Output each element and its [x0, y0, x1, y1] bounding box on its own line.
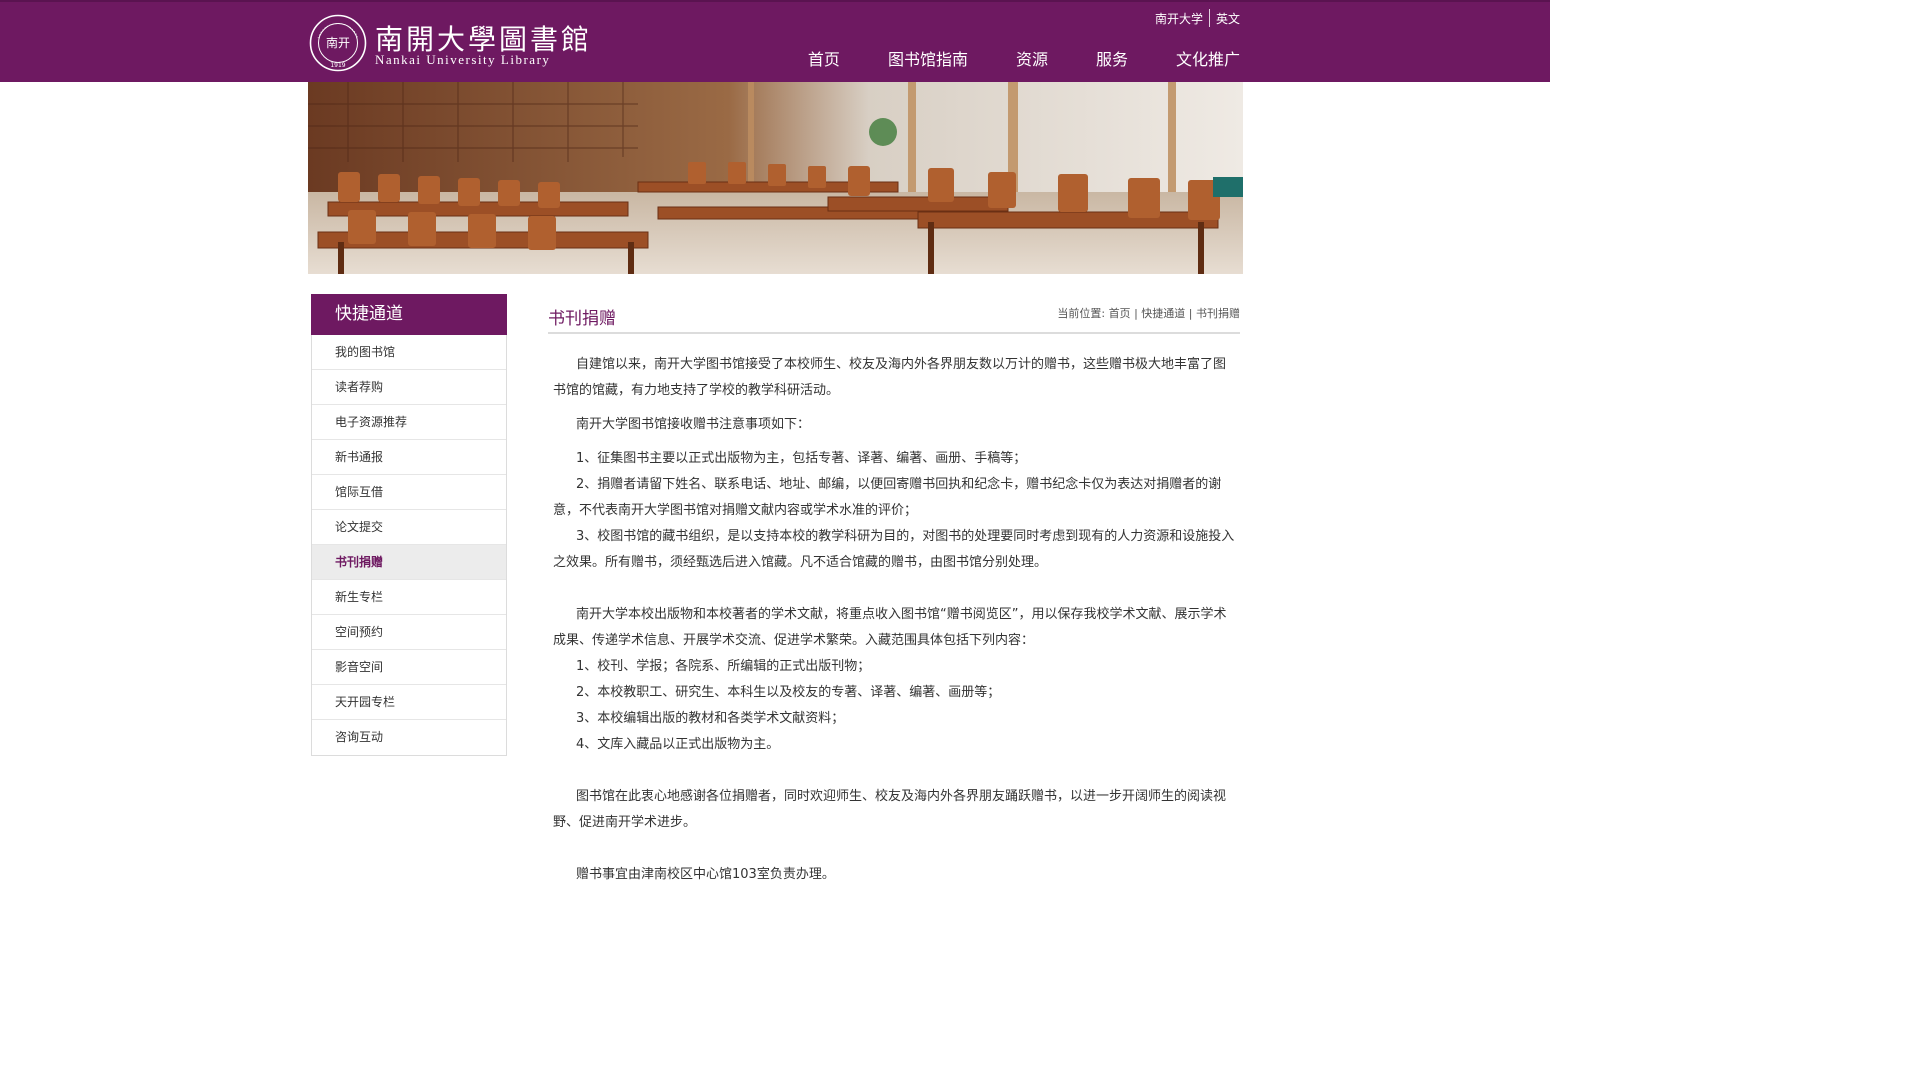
paragraph-notice-heading: 南开大学图书馆接收赠书注意事项如下：: [576, 417, 811, 432]
top-links: 南开大学 英文: [1149, 9, 1240, 27]
paragraph-notice-3: 3、校图书馆的藏书组织，是以支持本校的教学科研为目的，对图书的处理要同时考虑到现…: [553, 529, 1235, 570]
paragraph-thanks: 图书馆在此衷心地感谢各位捐赠者，同时欢迎师生、校友及海内外各界朋友踊跃赠书，以进…: [553, 789, 1227, 830]
svg-text:南开: 南开: [326, 35, 350, 50]
paragraph-scope-2: 2、本校教职工、研究生、本科生以及校友的专著、译著、编著、画册等；: [576, 685, 1001, 700]
nav-resources[interactable]: 资源: [1016, 46, 1048, 70]
nav-home[interactable]: 首页: [808, 46, 840, 70]
breadcrumb-label: 当前位置:: [1057, 307, 1106, 320]
sidebar-item-interlibrary-loan[interactable]: 馆际互借: [312, 475, 506, 510]
article-body: 自建馆以来，南开大学图书馆接受了本校师生、校友及海内外各界朋友数以万计的赠书，这…: [548, 352, 1240, 888]
nav-services[interactable]: 服务: [1096, 46, 1128, 70]
page-title: 书刊捐赠: [548, 309, 616, 329]
paragraph-intro: 自建馆以来，南开大学图书馆接受了本校师生、校友及海内外各界朋友数以万计的赠书，这…: [553, 357, 1227, 398]
sidebar-title: 快捷通道: [311, 294, 507, 335]
reading-room-banner: [308, 82, 1243, 274]
sidebar-item-new-books[interactable]: 新书通报: [312, 440, 506, 475]
site-header: 南开 1919 南開大學圖書館 Nankai University Librar…: [0, 0, 1550, 82]
paragraph-scope-4: 4、文库入藏品以正式出版物为主。: [576, 737, 780, 752]
breadcrumb-quick-links[interactable]: 快捷通道: [1141, 307, 1185, 320]
content-header: 书刊捐赠 当前位置: 首页 | 快捷通道 | 书刊捐赠: [548, 300, 1240, 334]
breadcrumb-current[interactable]: 书刊捐赠: [1196, 307, 1240, 320]
paragraph-notice-1: 1、征集图书主要以正式出版物为主，包括专著、译著、编著、画册、手稿等；: [576, 451, 1027, 466]
sidebar-item-reader-recommendation[interactable]: 读者荐购: [312, 370, 506, 405]
svg-text:1919: 1919: [330, 62, 345, 69]
sidebar-item-my-library[interactable]: 我的图书馆: [312, 335, 506, 370]
sidebar-item-thesis-submission[interactable]: 论文提交: [312, 510, 506, 545]
nav-culture-promotion[interactable]: 文化推广: [1176, 46, 1240, 70]
sidebar-item-e-resource-recommendation[interactable]: 电子资源推荐: [312, 405, 506, 440]
sidebar-item-consultation[interactable]: 咨询互动: [312, 720, 506, 755]
breadcrumb-separator: |: [1188, 307, 1193, 320]
logo-english-title: Nankai University Library: [375, 52, 551, 67]
quick-links-sidebar: 快捷通道 我的图书馆 读者荐购 电子资源推荐 新书通报 馆际互借 论文提交 书刊…: [311, 294, 507, 756]
divider: [1208, 9, 1210, 27]
sidebar-item-space-reservation[interactable]: 空间预约: [312, 615, 506, 650]
main-nav: 首页 图书馆指南 资源 服务 文化推广: [760, 46, 1240, 70]
paragraph-scope-1: 1、校刊、学报；各院系、所编辑的正式出版刊物；: [576, 659, 871, 674]
reading-room-illustration: [308, 82, 1243, 274]
nav-library-guide[interactable]: 图书馆指南: [888, 46, 968, 70]
library-logo[interactable]: 南开 1919 南開大學圖書館 Nankai University Librar…: [309, 14, 589, 74]
paragraph-notice-2: 2、捐赠者请留下姓名、联系电话、地址、邮编，以便回寄赠书回执和纪念卡，赠书纪念卡…: [553, 477, 1222, 518]
paragraph-campus-publications: 南开大学本校出版物和本校著者的学术文献，将重点收入图书馆“赠书阅览区”，用以保存…: [553, 607, 1227, 648]
breadcrumb-separator: |: [1134, 307, 1138, 320]
main-content: 书刊捐赠 当前位置: 首页 | 快捷通道 | 书刊捐赠 自建馆以来，南开大学图书…: [548, 300, 1240, 888]
breadcrumb: 当前位置: 首页 | 快捷通道 | 书刊捐赠: [1057, 305, 1240, 321]
sidebar-list: 我的图书馆 读者荐购 电子资源推荐 新书通报 馆际互借 论文提交 书刊捐赠 新生…: [311, 335, 507, 756]
breadcrumb-home[interactable]: 首页: [1109, 307, 1131, 320]
sidebar-item-book-donation[interactable]: 书刊捐赠: [312, 545, 506, 580]
sidebar-item-av-space[interactable]: 影音空间: [312, 650, 506, 685]
sidebar-item-freshman-column[interactable]: 新生专栏: [312, 580, 506, 615]
university-seal-icon: 南开 1919: [309, 14, 367, 72]
paragraph-scope-3: 3、本校编辑出版的教材和各类学术文献资料；: [576, 711, 845, 726]
paragraph-contact: 赠书事宜由津南校区中心馆103室负责办理。: [576, 867, 835, 882]
sidebar-item-tiankaiyuan-column[interactable]: 天开园专栏: [312, 685, 506, 720]
top-link-english[interactable]: 英文: [1210, 10, 1240, 27]
top-link-nankai-university[interactable]: 南开大学: [1149, 10, 1209, 27]
